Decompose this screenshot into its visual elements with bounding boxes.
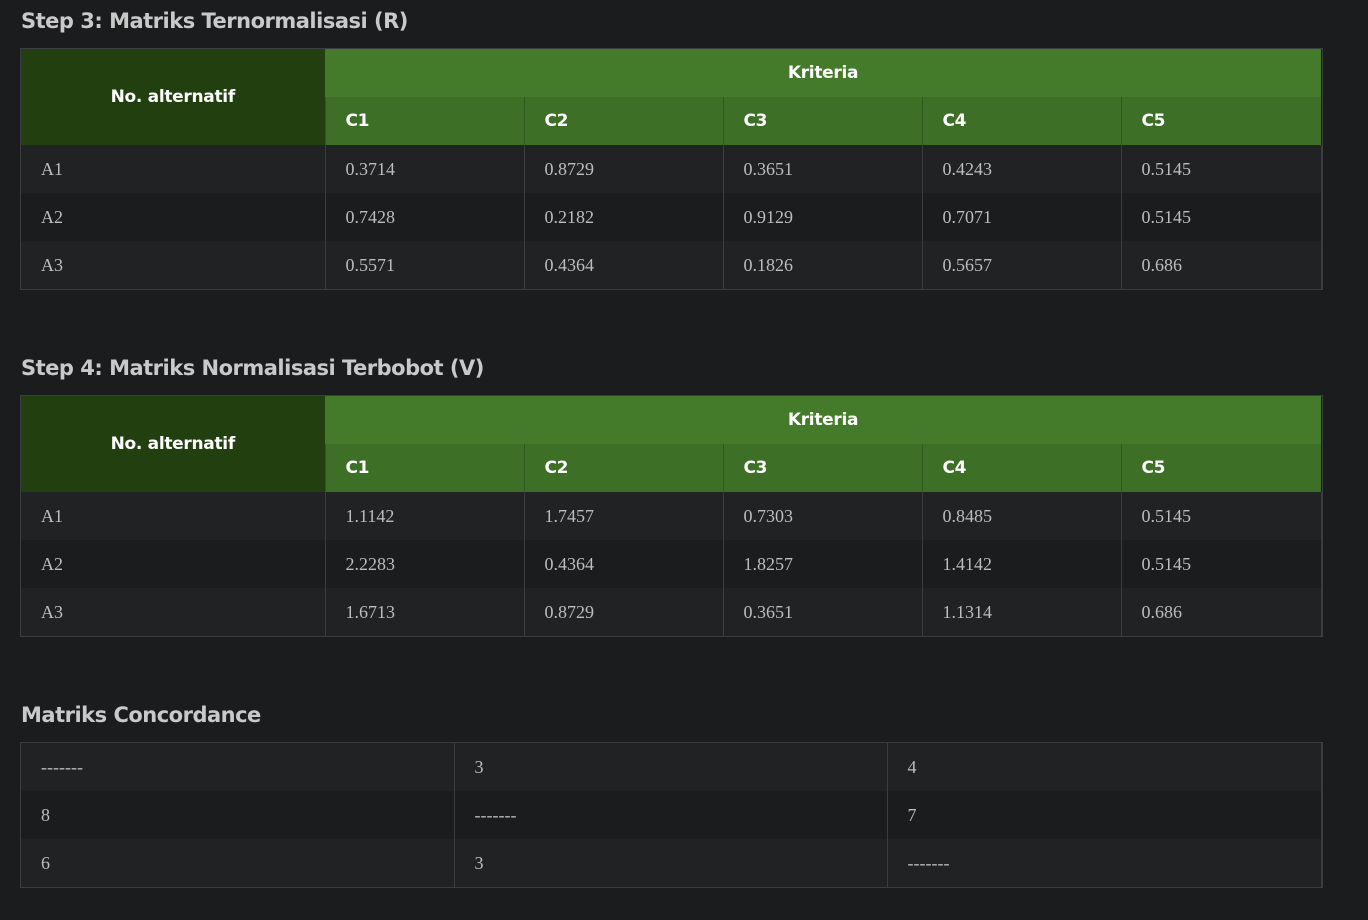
step4-title: Step 4: Matriks Normalisasi Terbobot (V): [21, 356, 484, 380]
value-cell: 0.7071: [922, 193, 1122, 241]
concordance-title: Matriks Concordance: [21, 703, 261, 727]
value-cell: 2.2283: [325, 540, 525, 588]
value-cell: 0.7303: [723, 492, 923, 540]
concordance-cell: 4: [887, 743, 1322, 791]
value-cell: 0.686: [1121, 241, 1322, 289]
step4-table: No. alternatif Kriteria C1 C2 C3 C4 C5 A…: [20, 395, 1323, 637]
alternative-cell: A2: [21, 193, 326, 241]
criteria-header-c2: C2: [523, 97, 723, 145]
value-cell: 0.2182: [524, 193, 724, 241]
concordance-cell: 6: [21, 839, 455, 887]
table-row: 8 ------- 7: [21, 791, 1322, 839]
value-cell: 0.8485: [922, 492, 1122, 540]
concordance-table: ------- 3 4 8 ------- 7 6 3 -------: [20, 742, 1323, 888]
table-row: 6 3 -------: [21, 839, 1322, 887]
value-cell: 0.3651: [723, 145, 923, 193]
concordance-cell: -------: [21, 743, 455, 791]
criteria-header-c5: C5: [1120, 444, 1322, 492]
table-row: A3 0.5571 0.4364 0.1826 0.5657 0.686: [21, 241, 1322, 289]
concordance-cell: 7: [887, 791, 1322, 839]
value-cell: 0.8729: [524, 145, 724, 193]
alternative-cell: A1: [21, 492, 326, 540]
value-cell: 0.7428: [325, 193, 525, 241]
value-cell: 0.1826: [723, 241, 923, 289]
table-row: A2 2.2283 0.4364 1.8257 1.4142 0.5145: [21, 540, 1322, 588]
alternative-cell: A3: [21, 588, 326, 636]
criteria-header-c3: C3: [722, 97, 922, 145]
value-cell: 0.3651: [723, 588, 923, 636]
value-cell: 0.5145: [1121, 145, 1322, 193]
criteria-header-c4: C4: [921, 97, 1121, 145]
criteria-header-c2: C2: [523, 444, 723, 492]
value-cell: 0.4243: [922, 145, 1122, 193]
concordance-cell: 8: [21, 791, 455, 839]
value-cell: 0.4364: [524, 540, 724, 588]
value-cell: 0.5145: [1121, 540, 1322, 588]
table-row: A2 0.7428 0.2182 0.9129 0.7071 0.5145: [21, 193, 1322, 241]
table-row: A1 1.1142 1.7457 0.7303 0.8485 0.5145: [21, 492, 1322, 540]
value-cell: 0.5145: [1121, 193, 1322, 241]
criteria-header-c3: C3: [722, 444, 922, 492]
step3-title: Step 3: Matriks Ternormalisasi (R): [21, 9, 408, 33]
value-cell: 0.4364: [524, 241, 724, 289]
table-row: ------- 3 4: [21, 743, 1322, 791]
criteria-header-c1: C1: [324, 444, 524, 492]
value-cell: 0.686: [1121, 588, 1322, 636]
criteria-header-c4: C4: [921, 444, 1121, 492]
criteria-header-c5: C5: [1120, 97, 1322, 145]
step3-table: No. alternatif Kriteria C1 C2 C3 C4 C5 A…: [20, 48, 1323, 290]
concordance-cell: -------: [454, 791, 888, 839]
value-cell: 0.5145: [1121, 492, 1322, 540]
value-cell: 1.4142: [922, 540, 1122, 588]
kriteria-header: Kriteria: [325, 49, 1322, 97]
concordance-cell: 3: [454, 743, 888, 791]
kriteria-header: Kriteria: [325, 396, 1322, 444]
alternative-column-header: No. alternatif: [21, 49, 325, 145]
alternative-cell: A3: [21, 241, 326, 289]
alternative-cell: A2: [21, 540, 326, 588]
value-cell: 1.6713: [325, 588, 525, 636]
value-cell: 1.8257: [723, 540, 923, 588]
criteria-header-c1: C1: [324, 97, 524, 145]
value-cell: 0.8729: [524, 588, 724, 636]
concordance-cell: 3: [454, 839, 888, 887]
value-cell: 1.1314: [922, 588, 1122, 636]
value-cell: 1.1142: [325, 492, 525, 540]
concordance-cell: -------: [887, 839, 1322, 887]
value-cell: 0.5657: [922, 241, 1122, 289]
value-cell: 0.3714: [325, 145, 525, 193]
table-row: A3 1.6713 0.8729 0.3651 1.1314 0.686: [21, 588, 1322, 636]
table-row: A1 0.3714 0.8729 0.3651 0.4243 0.5145: [21, 145, 1322, 193]
value-cell: 1.7457: [524, 492, 724, 540]
alternative-column-header: No. alternatif: [21, 396, 325, 492]
value-cell: 0.9129: [723, 193, 923, 241]
value-cell: 0.5571: [325, 241, 525, 289]
alternative-cell: A1: [21, 145, 326, 193]
